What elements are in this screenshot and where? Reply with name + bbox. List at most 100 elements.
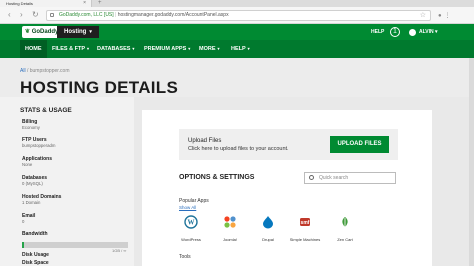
nav-files-ftp[interactable]: FILES & FTP ▾ [47,40,94,58]
stat-label: Disk Space [22,260,49,266]
stat-databases: Databases 0 (MySQL) [22,175,47,186]
user-icon[interactable] [409,29,416,36]
nav-home[interactable]: HOME [20,40,47,58]
chevron-down-icon: ▾ [132,46,135,51]
drupal-icon [263,216,273,229]
upload-description[interactable]: Click here to upload files to your accou… [188,146,289,152]
stat-hosted-domains: Hosted Domains 1 Domain [22,194,61,205]
nav-label: DATABASES [97,46,131,52]
wordpress-icon: W [184,215,198,229]
close-tab-icon[interactable]: × [83,0,86,7]
stat-ftp-users: FTP Users bumpstopperadm [22,137,55,148]
stats-heading: STATS & USAGE [20,107,72,114]
stat-disk-space: Disk Space [22,260,49,266]
lock-icon [50,13,54,17]
back-arrow-icon[interactable]: ‹ [8,10,11,20]
nav-premium-apps[interactable]: PREMIUM APPS ▾ [139,40,195,58]
breadcrumb-separator: / [26,68,29,74]
zen-cart-icon [342,217,348,227]
app-name: WordPress [181,237,201,242]
chevron-down-icon: ▾ [435,29,438,35]
url-text: hostingmanager.godaddy.com/AccountPanel.… [117,12,229,18]
extension-icon[interactable]: ● [438,13,445,19]
browser-tab-strip: Hosting Details × + [0,0,474,7]
top-navigation: ❦ GoDaddy Hosting ▾ HELP 1 ALVIN ▾ [0,24,474,40]
browser-toolbar: ‹ › ↻ GoDaddy.com, LLC [US] | hostingman… [0,7,474,24]
username: ALVIN [419,29,434,35]
stat-label: Bandwidth [22,231,48,237]
stat-value: Economy [22,125,40,130]
bandwidth-progress-fill [22,242,25,248]
joomla-icon [224,216,236,228]
help-link[interactable]: HELP [371,24,384,40]
upload-files-button[interactable]: UPLOAD FILES [330,136,389,153]
browser-extension-icons[interactable]: ●⋮ [438,12,454,19]
nav-label: MORE [199,46,216,52]
search-placeholder: Quick search [319,175,349,181]
nav-label: HOME [25,46,42,52]
logo-text: GoDaddy [31,29,59,35]
chevron-down-icon: ▾ [87,46,90,51]
app-name: Joomla! [222,237,237,242]
site-identity: GoDaddy.com, LLC [US] [59,12,114,18]
app-name: Zen Cart [337,237,353,242]
nav-help[interactable]: HELP ▾ [226,40,255,58]
upload-files-panel[interactable]: Upload Files Click here to upload files … [179,129,398,160]
app-joomla[interactable]: Joomla! [212,215,248,242]
upload-title: Upload Files [188,138,222,144]
stat-value: 0 [22,219,25,224]
popular-apps-heading: Popular Apps [179,198,209,204]
chevron-down-icon: ▾ [188,46,191,51]
stat-applications: Applications None [22,156,52,167]
nav-more[interactable]: MORE ▾ [194,40,225,58]
stat-value: bumpstopperadm [22,143,56,148]
stat-label: Disk Usage [22,252,49,258]
bookmark-star-icon[interactable]: ☆ [420,11,426,20]
nav-label: FILES & FTP [52,46,85,52]
svg-text:W: W [188,219,195,227]
show-all-link[interactable]: Show All [179,205,196,210]
app-zen-cart[interactable]: Zen Cart [327,215,363,242]
app-name: Simple Machines [289,237,321,242]
chevron-down-icon: ▾ [89,29,92,35]
godaddy-logo[interactable]: ❦ GoDaddy [22,26,62,38]
breadcrumb: All / bumpstopper.com [20,68,69,74]
page-scrollbar[interactable] [469,58,474,266]
breadcrumb-all[interactable]: All [20,68,26,74]
quick-search-input[interactable]: Quick search [304,172,396,184]
app-name: Drupal [262,237,274,242]
nav-label: PREMIUM APPS [144,46,187,52]
chevron-down-icon: ▾ [217,46,220,51]
page-title: HOSTING DETAILS [20,78,179,97]
stat-bandwidth: Bandwidth [22,231,48,237]
stat-value: 1 Domain [22,200,41,205]
new-tab-icon[interactable]: + [98,0,102,6]
tools-heading: Tools [179,254,191,260]
stat-value: None [22,162,33,167]
chevron-down-icon: ▾ [247,46,250,51]
app-simple-machines[interactable]: smf Simple Machines [287,215,323,242]
page-header: All / bumpstopper.com HOSTING DETAILS [0,58,474,97]
nav-label: HELP [231,46,246,52]
browser-tab[interactable]: Hosting Details × [0,0,92,7]
stat-disk-usage: Disk Usage [22,252,49,258]
bandwidth-value: 1GB / ∞ [112,248,127,253]
account-menu[interactable]: ALVIN ▾ [419,24,438,40]
reload-icon[interactable]: ↻ [32,10,39,20]
godaddy-logo-icon: ❦ [25,29,31,35]
simple-machines-icon: smf [300,218,310,226]
notifications-badge[interactable]: 1 [390,27,400,37]
product-label: Hosting [64,29,87,35]
address-bar[interactable]: GoDaddy.com, LLC [US] | hostingmanager.g… [46,10,431,21]
main-content: Upload Files Click here to upload files … [142,110,432,266]
forward-arrow-icon[interactable]: › [20,10,23,20]
breadcrumb-domain: bumpstopper.com [29,68,70,74]
product-switcher[interactable]: Hosting ▾ [57,26,99,38]
app-wordpress[interactable]: W WordPress [173,215,209,242]
nav-databases[interactable]: DATABASES ▾ [92,40,139,58]
stat-value: 0 (MySQL) [22,181,43,186]
stat-email: Email 0 [22,213,35,224]
menu-icon[interactable]: ⋮ [445,13,454,19]
app-drupal[interactable]: Drupal [250,215,286,242]
stat-billing: Billing Economy [22,119,40,130]
